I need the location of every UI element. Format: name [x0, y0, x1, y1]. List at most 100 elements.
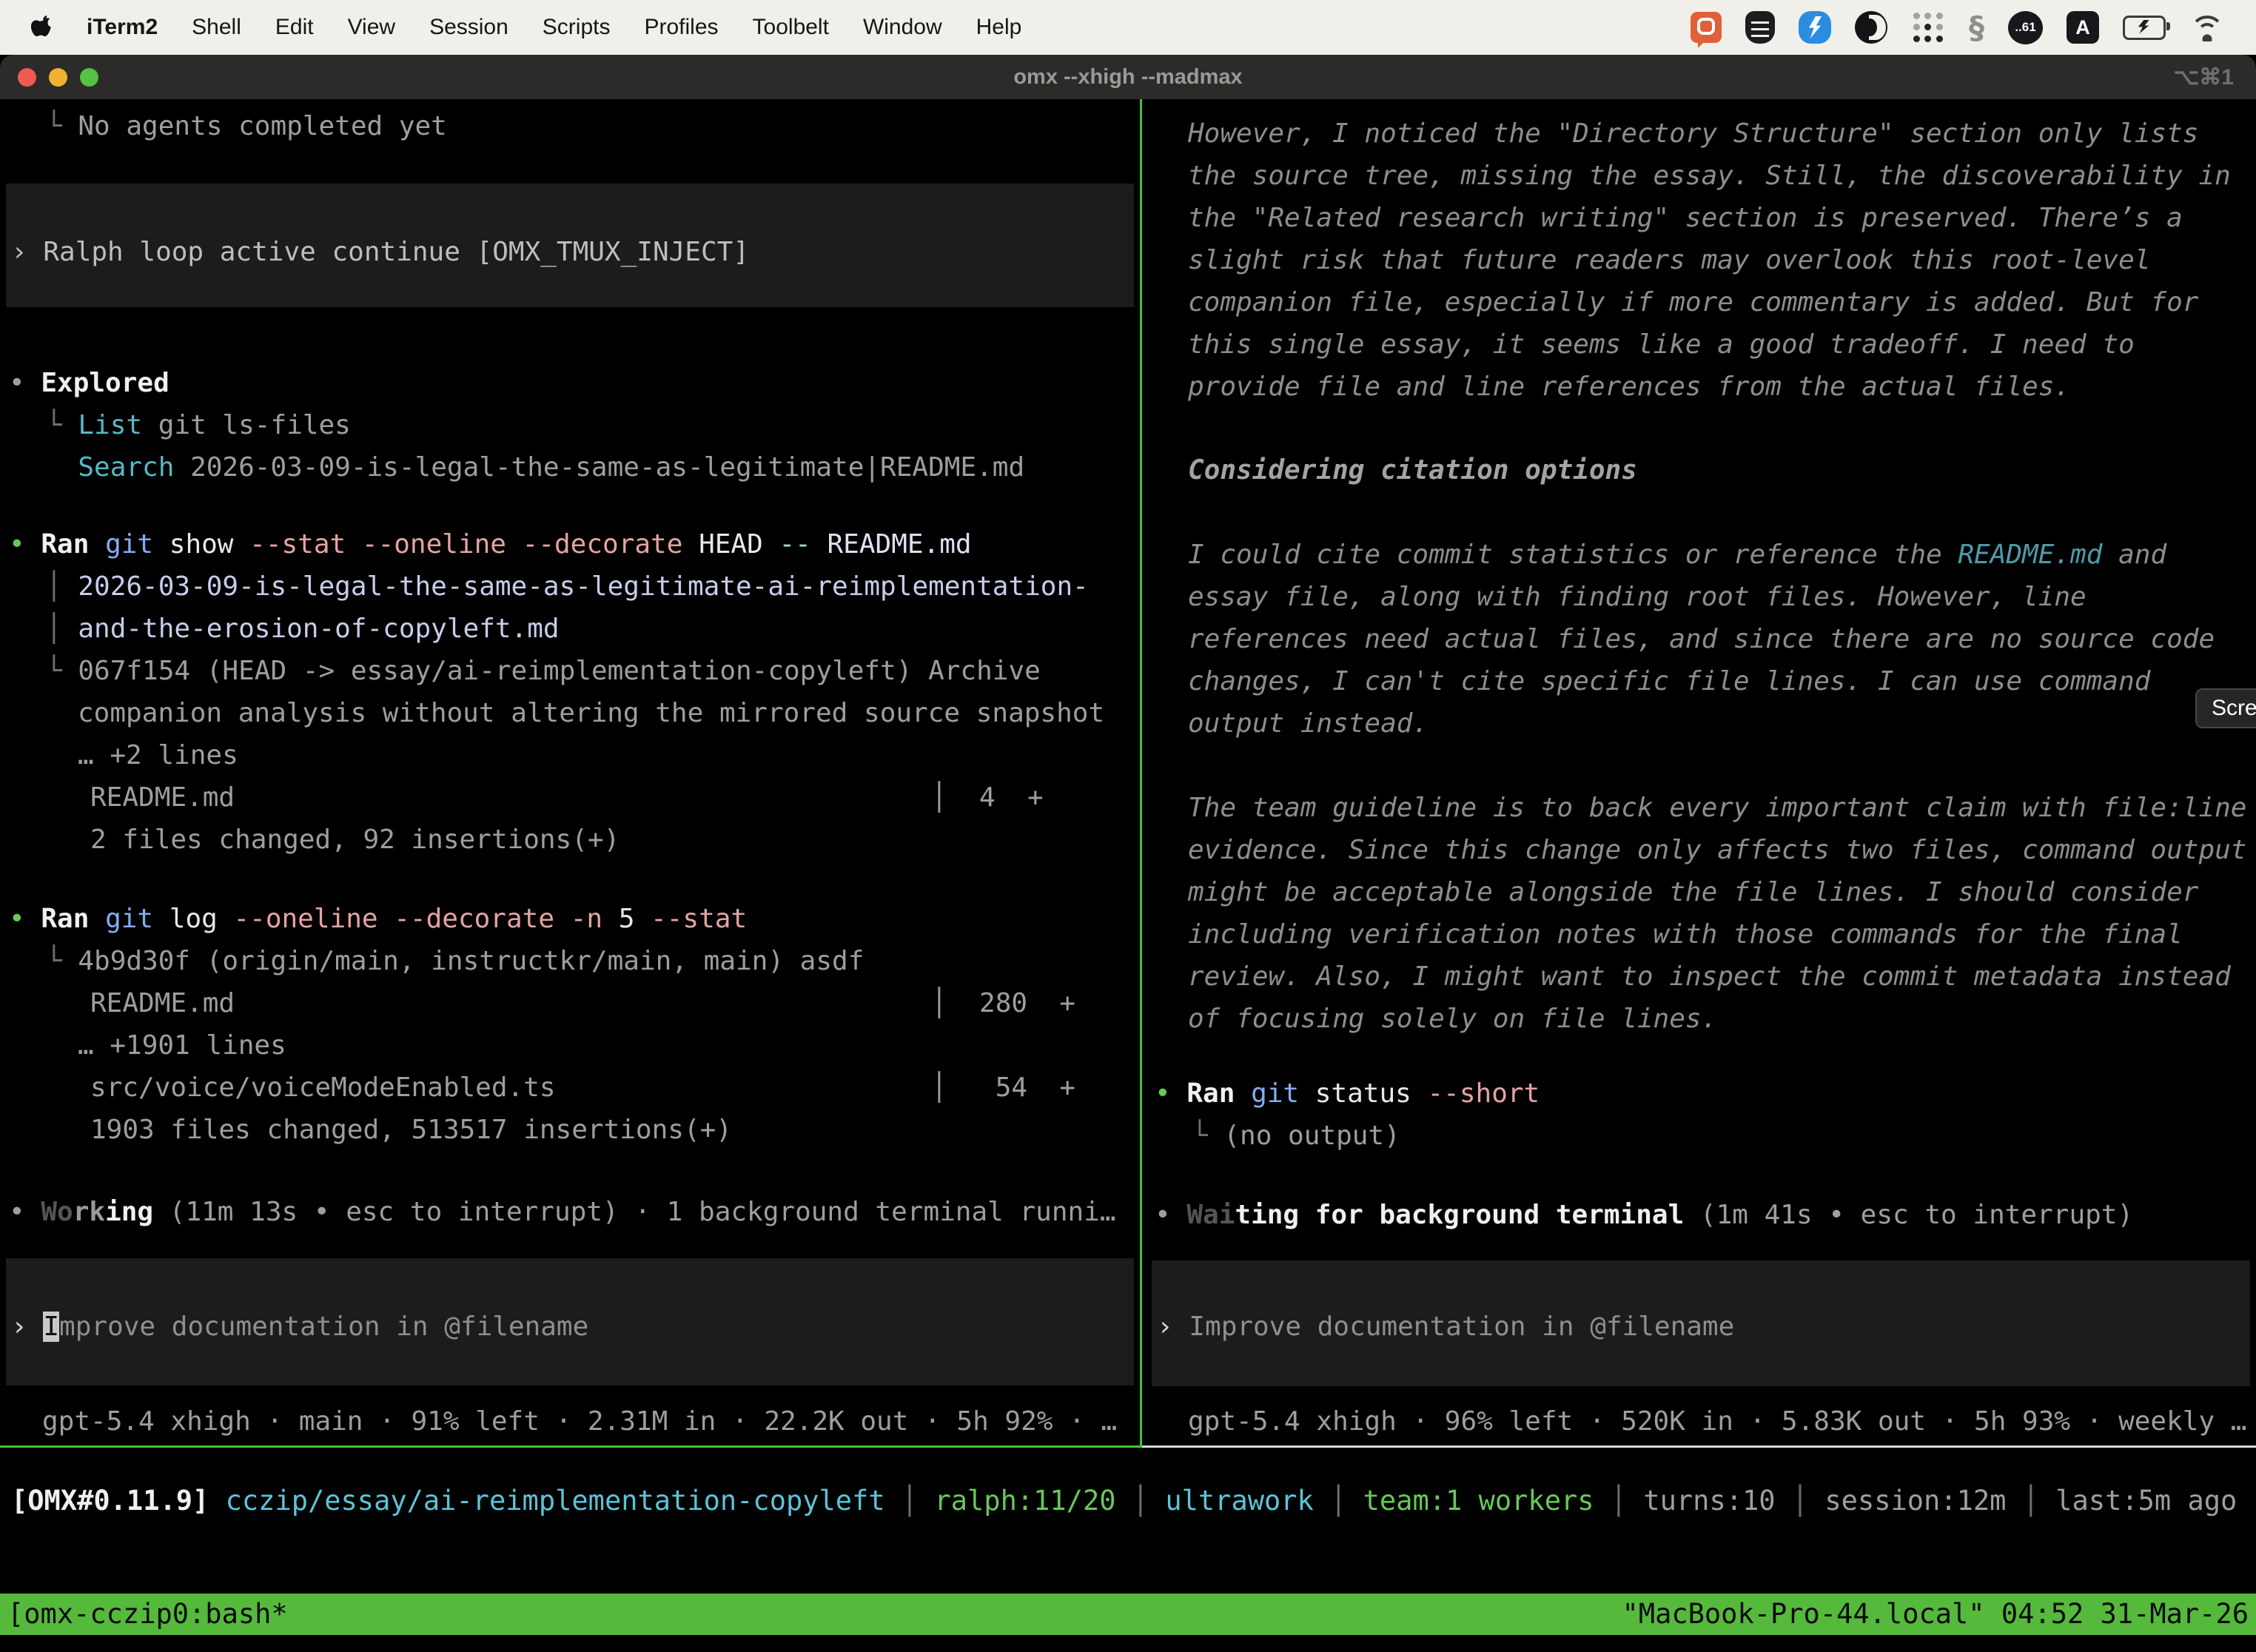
- terminal-line: provide file and line references from th…: [1188, 370, 2070, 404]
- close-window-button[interactable]: [18, 68, 36, 87]
- terminal-line: output instead.: [1188, 707, 1429, 741]
- wifi-icon[interactable]: [2189, 13, 2225, 41]
- terminal-line: essay file, along with finding root file…: [1188, 580, 2087, 614]
- a-icon[interactable]: A: [2067, 11, 2099, 44]
- terminal-line: … +1901 lines: [78, 1029, 286, 1063]
- omx-bar-segment: │: [1116, 1485, 1166, 1517]
- omx-bar-segment: cczip/essay/ai-reimplementation-copyleft: [226, 1485, 885, 1517]
- terminal-line: └ (no output): [1192, 1119, 1400, 1153]
- terminal-line: evidence. Since this change only affects…: [1188, 833, 2246, 867]
- terminal-line: gpt-5.4 xhigh · 96% left · 520K in · 5.8…: [1188, 1405, 2246, 1439]
- terminal-line: └ List git ls-files: [46, 409, 351, 443]
- terminal-line: › Improve documentation in @filename: [11, 1310, 588, 1344]
- terminal-line: The team guideline is to back every impo…: [1188, 791, 2246, 825]
- pane-divider[interactable]: [1140, 99, 1142, 1448]
- omx-bar-segment: │: [885, 1485, 935, 1517]
- terminal-line: • Waiting for background terminal (1m 41…: [1155, 1198, 2133, 1232]
- menu-item-shell[interactable]: Shell: [192, 15, 241, 40]
- menu-item-help[interactable]: Help: [976, 15, 1022, 40]
- terminal-line: • Ran git status --short: [1155, 1077, 1540, 1111]
- window-title-bar: omx --xhigh --madmax ⌥⌘1: [0, 55, 2256, 99]
- menu-item-session[interactable]: Session: [429, 15, 508, 40]
- right-pane-bottom-border: [1142, 1446, 2256, 1448]
- omx-bar-segment: ralph:11/20: [934, 1485, 1115, 1517]
- terminal-line: companion analysis without altering the …: [78, 696, 1104, 731]
- right-terminal-pane[interactable]: However, I noticed the "Directory Struct…: [1146, 99, 2256, 1446]
- terminal-line: the source tree, missing the essay. Stil…: [1188, 159, 2231, 193]
- left-pane-bottom-border: [0, 1446, 1140, 1448]
- terminal-line: including verification notes with those …: [1188, 918, 2183, 952]
- terminal-line: review. Also, I might want to inspect th…: [1188, 960, 2231, 994]
- terminal-line: › Improve documentation in @filename: [1157, 1310, 1734, 1344]
- terminal-line: I could cite commit statistics or refere…: [1188, 538, 2166, 572]
- dots-grid-icon[interactable]: [1911, 10, 1945, 44]
- omx-bar-segment: │: [1314, 1485, 1363, 1517]
- omx-bar-segment: team:1 workers: [1363, 1485, 1594, 1517]
- tmux-status-bar: [omx-cczip0:bash* "MacBook-Pro-44.local"…: [0, 1594, 2256, 1635]
- menu-item-view[interactable]: View: [348, 15, 395, 40]
- battery-icon[interactable]: [2123, 16, 2166, 40]
- terminal-line: │ 54 +: [931, 1071, 1075, 1105]
- omx-bar-segment: │: [1594, 1485, 1644, 1517]
- terminal-line: • Explored: [9, 366, 169, 400]
- menu-items: iTerm2 Shell Edit View Session Scripts Profile…: [70, 15, 1038, 40]
- window-title: omx --xhigh --madmax: [1013, 65, 1242, 90]
- menu-bar: iTerm2 Shell Edit View Session Scripts Profile…: [0, 0, 2256, 55]
- omx-bar-segment: │: [2006, 1485, 2055, 1517]
- terminal-line: › Ralph loop active continue [OMX_TMUX_I…: [11, 235, 749, 269]
- terminal-line: │ 2026-03-09-is-legal-the-same-as-legiti…: [46, 570, 1089, 604]
- terminal-line: Search 2026-03-09-is-legal-the-same-as-l…: [46, 451, 1024, 485]
- menu-item-iterm2[interactable]: iTerm2: [87, 15, 158, 40]
- screen: iTerm2 Shell Edit View Session Scripts Profile…: [0, 0, 2256, 1652]
- terminal-line: │ 280 +: [931, 987, 1075, 1021]
- terminal-line: companion file, especially if more comme…: [1188, 286, 2198, 320]
- tmux-host-clock: "MacBook-Pro-44.local" 04:52 31-Mar-26: [1622, 1594, 2249, 1635]
- apple-menu-icon[interactable]: [31, 13, 55, 41]
- terminal-line: │ and-the-erosion-of-copyleft.md: [46, 612, 560, 646]
- terminal-line: README.md: [90, 987, 235, 1021]
- terminal-line: gpt-5.4 xhigh · main · 91% left · 2.31M …: [42, 1405, 1117, 1439]
- terminal: └ No agents completed yet › Ralph loop ac…: [0, 99, 2256, 1448]
- menu-item-profiles[interactable]: Profiles: [644, 15, 718, 40]
- shield-icon[interactable]: [1745, 11, 1775, 44]
- terminal-line: might be acceptable alongside the file l…: [1188, 876, 2198, 910]
- terminal-line: … +2 lines: [78, 739, 238, 773]
- window-shortcut-badge: ⌥⌘1: [2174, 64, 2234, 90]
- terminal-line: └ 067f154 (HEAD -> essay/ai-reimplementa…: [46, 654, 1041, 688]
- terminal-line: Considering citation options: [1188, 454, 1637, 488]
- terminal-line: 1903 files changed, 513517 insertions(+): [90, 1113, 732, 1147]
- terminal-line: • Ran git log --oneline --decorate -n 5 …: [9, 902, 747, 936]
- terminal-line: │ 4 +: [931, 781, 1044, 815]
- omx-bar-segment: [209, 1485, 225, 1517]
- section-icon[interactable]: [1969, 10, 1984, 46]
- menu-item-scripts[interactable]: Scripts: [543, 15, 611, 40]
- screen-overlay-button[interactable]: Scre: [2195, 688, 2256, 728]
- terminal-line: • Ran git show --stat --oneline --decora…: [9, 528, 972, 562]
- omx-bar-segment: session:12m: [1824, 1485, 2006, 1517]
- zoom-window-button[interactable]: [80, 68, 98, 87]
- screen-overlay-button-label: Scre: [2212, 696, 2256, 721]
- left-terminal-pane[interactable]: └ No agents completed yet › Ralph loop ac…: [0, 99, 1140, 1446]
- terminal-line: • Working (11m 13s • esc to interrupt) ·…: [9, 1195, 1116, 1229]
- menu-status-icons: ..61 A: [1679, 10, 2237, 46]
- omx-bar-segment: turns:10: [1643, 1485, 1775, 1517]
- pie-icon[interactable]: [1855, 11, 1887, 44]
- menu-item-toolbelt[interactable]: Toolbelt: [753, 15, 829, 40]
- terminal-line: README.md: [90, 781, 235, 815]
- traffic-lights: [18, 68, 98, 87]
- menu-item-window[interactable]: Window: [863, 15, 942, 40]
- menu-item-edit[interactable]: Edit: [275, 15, 314, 40]
- omx-status-bar: [OMX#0.11.9] cczip/essay/ai-reimplementa…: [11, 1483, 2237, 1519]
- terminal-line: slight risk that future readers may over…: [1188, 244, 2150, 278]
- terminal-line: the "Related research writing" section i…: [1188, 201, 2183, 235]
- minimize-window-button[interactable]: [49, 68, 67, 87]
- chat-icon[interactable]: [1691, 12, 1722, 43]
- badge-61-icon[interactable]: ..61: [2008, 11, 2043, 44]
- terminal-line: references need actual files, and since …: [1188, 622, 2215, 657]
- bolt-badge-icon[interactable]: [1799, 11, 1831, 44]
- terminal-line: this single essay, it seems like a good …: [1188, 328, 2135, 362]
- omx-bar-segment: [OMX#0.11.9]: [11, 1485, 209, 1517]
- omx-bar-segment: ultrawork: [1165, 1485, 1313, 1517]
- terminal-line: └ No agents completed yet: [46, 110, 447, 144]
- terminal-line: However, I noticed the "Directory Struct…: [1188, 117, 2198, 151]
